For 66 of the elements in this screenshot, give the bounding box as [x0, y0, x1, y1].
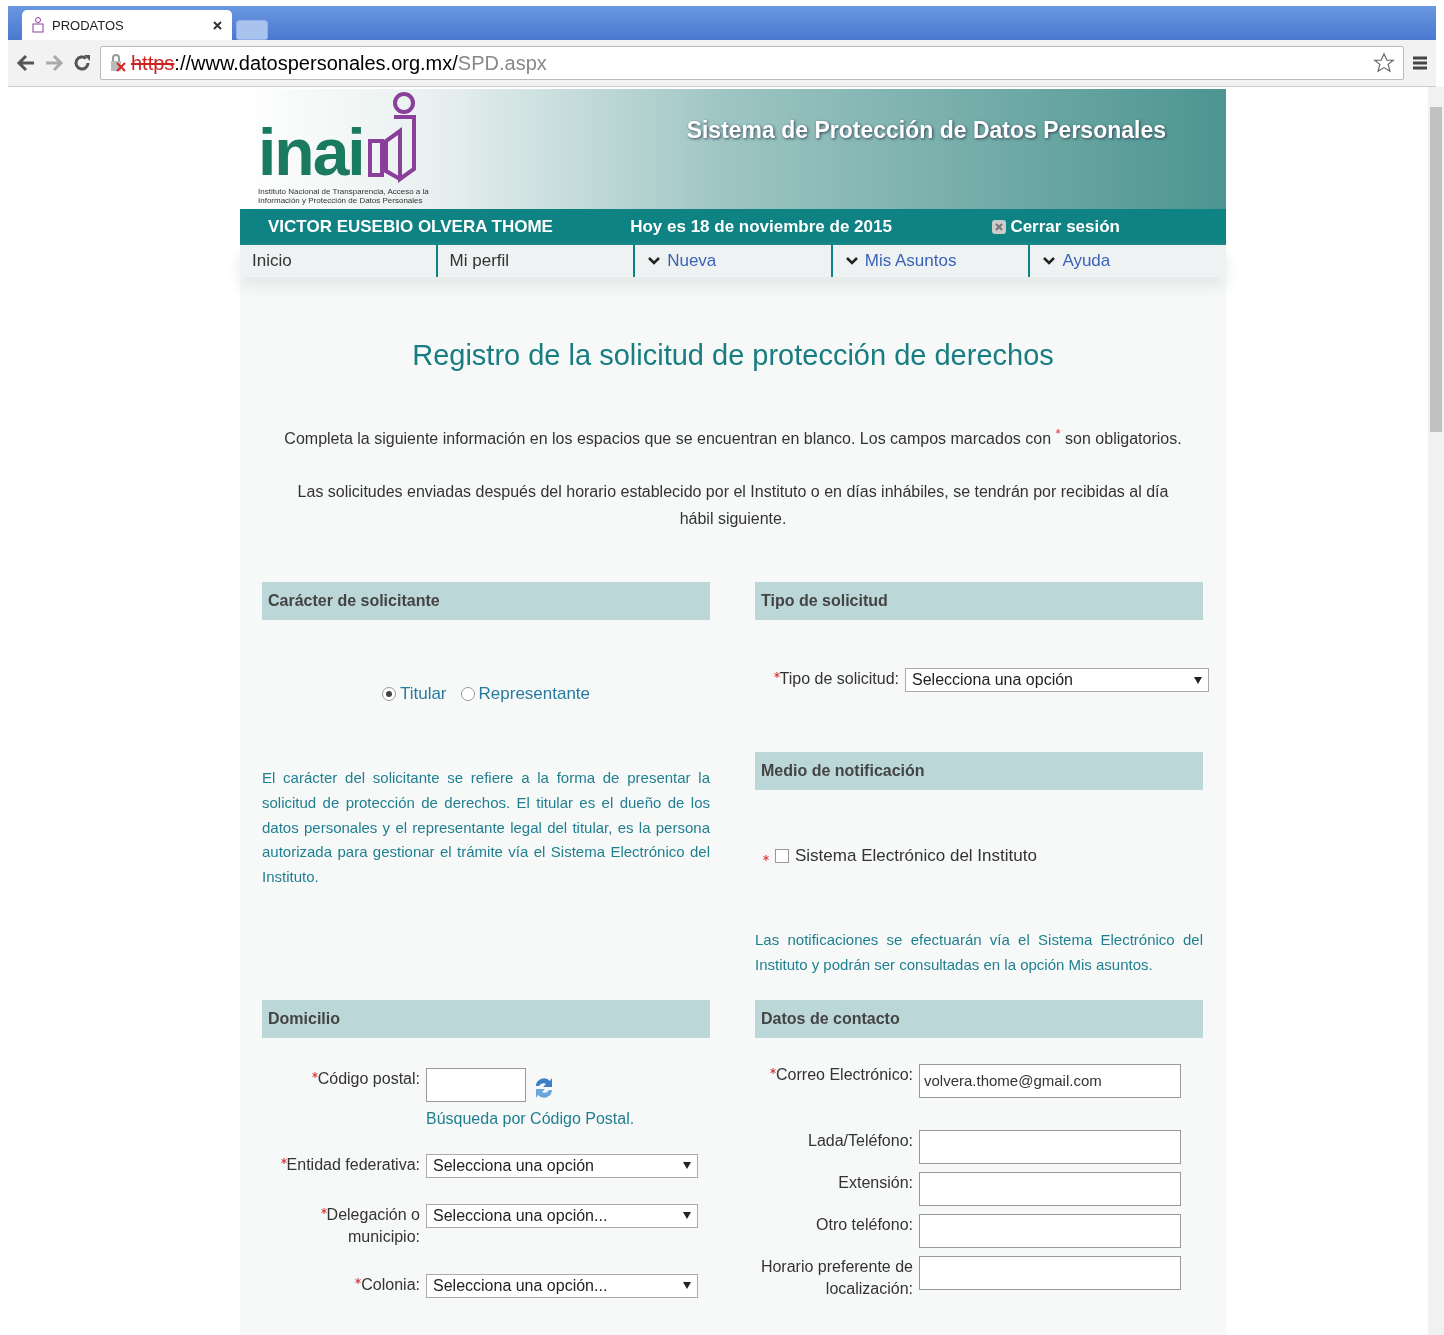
chevron-down-icon [1042, 256, 1057, 266]
nav-item[interactable]: Inicio [240, 245, 438, 277]
url-text: https://www.datospersonales.org.mx/SPD.aspx [131, 51, 547, 75]
reload-icon[interactable] [72, 53, 92, 73]
figure-icon [32, 17, 44, 33]
nav-item[interactable]: Ayuda [1030, 245, 1226, 277]
page-title: Registro de la solicitud de protección de derechos [411, 339, 1055, 372]
nav-item[interactable]: Nueva [635, 245, 833, 277]
field-label: Otro teléfono: [815, 1214, 913, 1235]
radio-option[interactable]: Titular [381, 684, 447, 705]
nav-item[interactable]: Mis Asuntos [832, 245, 1031, 277]
tab-title: PRODATOS [52, 17, 124, 33]
field-label: Lada/Teléfono: [807, 1130, 913, 1151]
field-label: Tipo de solicitud: [755, 668, 899, 691]
input-field[interactable] [919, 1171, 1181, 1206]
forward-icon[interactable] [44, 54, 64, 72]
description-text: El carácter del solicitante se refiere a la forma de presentar la solicitud de protección de derechos. El titular es el dueño de los datos personales y el representante legal del titular, es la persona autorizada para gestionar el trámite vía el Sistema Electrónico del Instituto. [262, 768, 710, 887]
caret-icon [683, 1282, 691, 1289]
address-bar[interactable]: https://www.datospersonales.org.mx/SPD.aspx [100, 46, 1404, 80]
checkbox-option[interactable]: Sistema Electrónico del Instituto [763, 846, 1203, 867]
close-icon[interactable] [213, 20, 222, 30]
input-field[interactable] [426, 1067, 526, 1102]
section-header: Carácter de solicitante [262, 582, 710, 621]
input-field[interactable] [919, 1213, 1181, 1248]
logo-caption: Instituto Nacional de Transparencia, Acceso a la Información y Protección de Datos Personales [258, 187, 430, 206]
field-label: Entidad federativa: [262, 1153, 420, 1176]
select-field[interactable]: Selecciona una opción [905, 668, 1209, 693]
browser-tab[interactable]: PRODATOS [22, 10, 232, 40]
caret-icon [683, 1212, 691, 1219]
chevron-down-icon [844, 256, 859, 266]
caret-icon [683, 1162, 691, 1169]
notification-note: Las notificaciones se efectuarán vía el Sistema Electrónico del Instituto y podrán ser consultadas en la opción Mis asuntos. [755, 930, 1203, 975]
intro-text: Las solicitudes enviadas después del horario establecido por el Instituto o en días inhábiles, se tendrán por recibidas al día hábil siguiente. [296, 482, 1170, 530]
star-icon[interactable] [1373, 52, 1395, 74]
select-field[interactable]: Selecciona una opción... [426, 1203, 698, 1228]
field-label: Horario preferente de localización: [759, 1256, 913, 1299]
back-icon[interactable] [16, 54, 36, 72]
section-header: Datos de contacto [755, 999, 1203, 1038]
select-field[interactable]: Selecciona una opción [426, 1153, 698, 1178]
field-label: Delegación o municipio: [262, 1203, 420, 1248]
field-label: Código postal: [262, 1067, 420, 1090]
input-field[interactable]: volvera.thome@gmail.com [919, 1063, 1181, 1098]
nav-item[interactable]: Mi perfil [437, 245, 636, 277]
close-icon [992, 220, 1007, 234]
field-label: Colonia: [262, 1273, 420, 1296]
logo-text: inai [258, 119, 364, 185]
insecure-lock-icon [109, 53, 127, 73]
select-field[interactable]: Selecciona una opción... [426, 1273, 698, 1298]
postal-search-link[interactable]: Búsqueda por Código Postal. [426, 1109, 710, 1128]
field-label: Extensión: [837, 1172, 913, 1193]
intro-text: Completa la siguiente información en los espacios que se encuentran en blanco. Los campos marcados con $^{*}$ son obligatorios. [283, 425, 1183, 450]
section-header: Domicilio [262, 999, 710, 1038]
input-field[interactable] [919, 1255, 1181, 1290]
logout-link[interactable]: Cerrar sesión [992, 217, 1120, 237]
field-label: Correo Electrónico: [755, 1063, 913, 1086]
section-header: Tipo de solicitud [755, 582, 1203, 621]
radio-option[interactable]: Representante [460, 684, 591, 705]
caret-icon [1194, 676, 1202, 684]
current-date: Hoy es 18 de noviembre de 2015 [630, 217, 893, 237]
section-header: Medio de notificación [755, 752, 1203, 791]
scrollbar-thumb[interactable] [1430, 107, 1442, 432]
chevron-down-icon [647, 256, 662, 266]
input-field[interactable] [919, 1129, 1181, 1164]
menu-icon[interactable] [1412, 55, 1428, 71]
user-name: VICTOR EUSEBIO OLVERA THOME [268, 217, 554, 237]
system-title: Sistema de Protección de Datos Personales [686, 117, 1166, 144]
